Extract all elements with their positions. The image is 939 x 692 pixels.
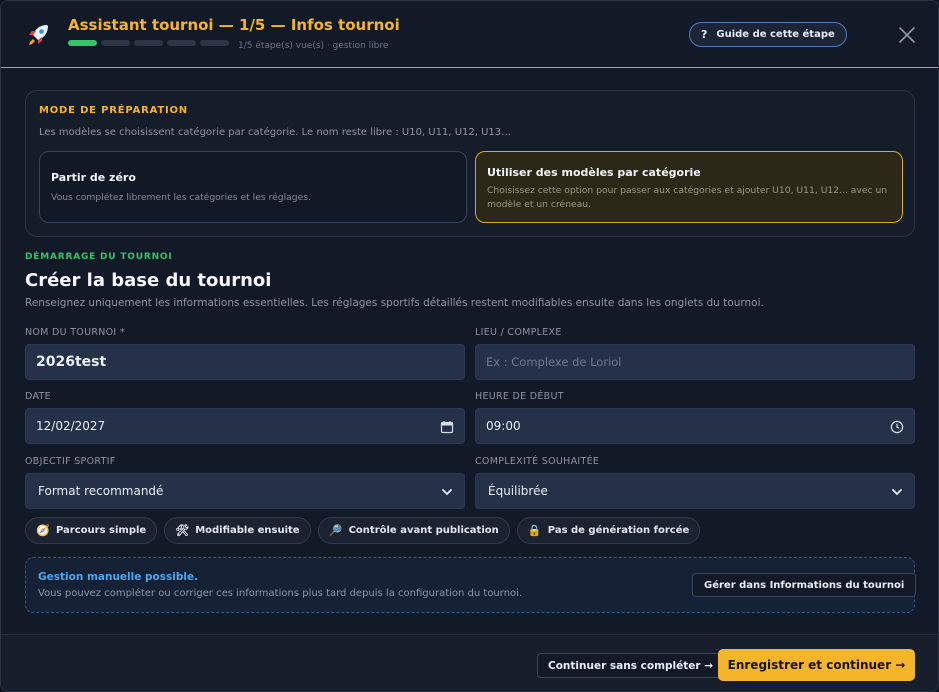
wizard-footer: Continuer sans compléter → Enregistrer e… (1, 634, 938, 691)
objective-value: Format recommandé (38, 484, 164, 498)
wizard-header: Assistant tournoi — 1/5 — Infos tournoi … (1, 1, 938, 68)
chip-editable-later: 🛠 Modifiable ensuite (164, 517, 311, 544)
chip-simple-path: 🧭 Parcours simple (25, 517, 158, 544)
wizard-subtitle: 1/5 étape(s) vue(s) · gestion libre (238, 41, 389, 51)
complexity-value: Équilibrée (488, 484, 548, 498)
progress-segment (200, 40, 229, 46)
feature-chips: 🧭 Parcours simple 🛠 Modifiable ensuite 🔎… (25, 517, 701, 544)
date-value: 12/02/2027 (36, 419, 106, 433)
guide-button-label: Guide de cette étape (716, 29, 835, 40)
option-use-category-templates[interactable]: Utiliser des modèles par catégorie Chois… (475, 151, 903, 223)
step-progress (68, 40, 229, 46)
rocket-icon (25, 22, 51, 48)
option-description: Choisissez cette option pour passer aux … (487, 185, 888, 210)
chip-label: Contrôle avant publication (348, 525, 499, 536)
location-label: LIEU / COMPLEXE (475, 327, 562, 338)
start-time-label: HEURE DE DÉBUT (475, 391, 564, 402)
wizard-title: Assistant tournoi — 1/5 — Infos tournoi (68, 16, 400, 34)
option-title: Partir de zéro (51, 171, 136, 184)
tournament-name-input[interactable]: 2026test (25, 344, 465, 380)
manual-management-notice: Gestion manuelle possible. Vous pouvez c… (25, 557, 917, 613)
wizard-modal: Assistant tournoi — 1/5 — Infos tournoi … (0, 0, 939, 692)
option-title: Utiliser des modèles par catégorie (487, 166, 701, 179)
option-description: Vous complétez librement les catégories … (51, 192, 312, 203)
continue-without-completing-button[interactable]: Continuer sans compléter → (537, 653, 725, 678)
chip-label: Modifiable ensuite (195, 525, 300, 536)
section-description: Renseignez uniquement les informations e… (25, 297, 764, 309)
chip-no-forced-generation: 🔒 Pas de génération forcée (516, 517, 701, 544)
manual-description: Vous pouvez compléter ou corriger ces in… (38, 588, 523, 599)
date-label: DATE (25, 391, 51, 402)
progress-segment (167, 40, 196, 46)
chevron-down-icon (440, 485, 454, 499)
guide-button[interactable]: ? Guide de cette étape (689, 22, 847, 47)
start-time-value: 09:00 (486, 419, 521, 433)
compass-icon: 🧭 (36, 524, 50, 537)
help-icon: ? (701, 28, 708, 41)
manage-info-button[interactable]: Gérer dans Informations du tournoi (692, 573, 917, 597)
chip-label: Parcours simple (56, 525, 147, 536)
manual-title: Gestion manuelle possible. (38, 571, 199, 583)
complexity-select[interactable]: Équilibrée (475, 473, 915, 509)
objective-label: OBJECTIF SPORTIF (25, 456, 116, 467)
magnifier-icon: 🔎 (328, 524, 343, 537)
section-kicker: DÉMARRAGE DU TOURNOI (25, 252, 173, 262)
clock-icon[interactable] (890, 420, 904, 434)
option-start-from-scratch[interactable]: Partir de zéro Vous complétez librement … (39, 151, 467, 223)
complexity-label: COMPLEXITÉ SOUHAITÉE (475, 456, 600, 467)
calendar-icon[interactable] (440, 420, 454, 434)
objective-select[interactable]: Format recommandé (25, 473, 465, 509)
tools-icon: 🛠 (175, 524, 190, 537)
location-input[interactable]: Ex : Complexe de Loriol (475, 344, 915, 380)
preparation-mode-panel: MODE DE PRÉPARATION Les modèles se chois… (25, 90, 915, 237)
mode-description: Les modèles se choisissent catégorie par… (39, 127, 512, 138)
save-and-continue-button[interactable]: Enregistrer et continuer → (718, 649, 915, 681)
lock-icon: 🔒 (527, 524, 542, 537)
start-time-input[interactable]: 09:00 (475, 408, 915, 444)
date-input[interactable]: 12/02/2027 (25, 408, 465, 444)
progress-segment (68, 40, 97, 46)
chip-check-before-publish: 🔎 Contrôle avant publication (317, 517, 510, 544)
progress-segment (134, 40, 163, 46)
chevron-down-icon (890, 485, 904, 499)
section-title: Créer la base du tournoi (25, 270, 272, 291)
chip-label: Pas de génération forcée (547, 525, 690, 536)
progress-segment (101, 40, 130, 46)
close-icon[interactable] (897, 25, 917, 45)
tournament-name-label: NOM DU TOURNOI * (25, 327, 125, 338)
mode-title: MODE DE PRÉPARATION (39, 105, 188, 116)
